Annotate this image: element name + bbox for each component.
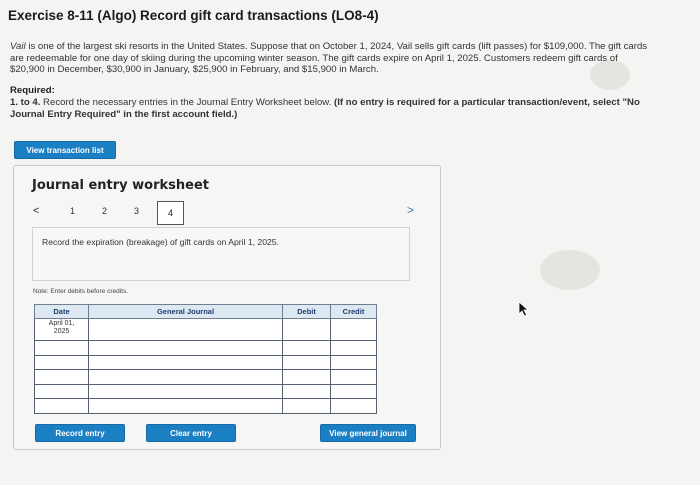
credit-input[interactable]: [330, 318, 377, 341]
mouse-cursor-icon: [518, 301, 530, 317]
instruction-box: [32, 227, 410, 281]
required-text: 1. to 4. Record the necessary entries in…: [10, 97, 650, 120]
debit-input[interactable]: [282, 383, 331, 399]
credit-input[interactable]: [330, 383, 377, 399]
date-cell: April 01, 2025: [34, 318, 89, 341]
credit-input[interactable]: [330, 398, 377, 414]
background-smudge: [540, 250, 600, 290]
clear-entry-button[interactable]: Clear entry: [146, 424, 236, 442]
credit-input[interactable]: [330, 354, 377, 370]
view-transaction-list-button[interactable]: View transaction list: [14, 141, 116, 159]
date-cell: [34, 340, 89, 356]
debit-input[interactable]: [282, 398, 331, 414]
worksheet-page-1[interactable]: 1: [70, 206, 75, 216]
company-name: Vail: [10, 41, 26, 52]
general-journal-column-header: General Journal: [88, 304, 283, 319]
date-line-2: 2025: [53, 328, 70, 335]
worksheet-prev-arrow[interactable]: <: [33, 205, 39, 217]
account-input[interactable]: [88, 318, 283, 341]
date-cell: [34, 354, 89, 370]
record-entry-button[interactable]: Record entry: [35, 424, 125, 442]
required-heading: Required:: [10, 85, 55, 96]
date-cell: [34, 383, 89, 399]
table-row: [34, 354, 377, 370]
worksheet-title: Journal entry worksheet: [32, 178, 209, 193]
account-input[interactable]: [88, 369, 283, 385]
credit-input[interactable]: [330, 340, 377, 356]
date-cell: [34, 398, 89, 414]
table-row: April 01, 2025: [34, 318, 377, 341]
required-body: Record the necessary entries in the Jour…: [40, 97, 335, 108]
debit-column-header: Debit: [282, 304, 331, 319]
journal-table: Date General Journal Debit Credit April …: [34, 304, 377, 414]
worksheet-next-arrow[interactable]: >: [407, 203, 414, 217]
table-row: [34, 369, 377, 385]
page-title: Exercise 8-11 (Algo) Record gift card tr…: [8, 8, 379, 23]
credit-input[interactable]: [330, 369, 377, 385]
worksheet-page-3[interactable]: 3: [134, 206, 139, 216]
required-range: 1. to 4.: [10, 97, 41, 108]
date-line-1: April 01,: [48, 320, 75, 327]
debit-input[interactable]: [282, 318, 331, 341]
account-input[interactable]: [88, 340, 283, 356]
table-row: [34, 398, 377, 414]
debit-input[interactable]: [282, 340, 331, 356]
date-column-header: Date: [34, 304, 89, 319]
credit-column-header: Credit: [330, 304, 377, 319]
view-general-journal-button[interactable]: View general journal: [320, 424, 416, 442]
worksheet-page-2[interactable]: 2: [102, 206, 107, 216]
debit-input[interactable]: [282, 354, 331, 370]
account-input[interactable]: [88, 398, 283, 414]
account-input[interactable]: [88, 383, 283, 399]
account-input[interactable]: [88, 354, 283, 370]
debit-input[interactable]: [282, 369, 331, 385]
problem-statement: Vail is one of the largest ski resorts i…: [10, 41, 650, 76]
problem-text: is one of the largest ski resorts in the…: [10, 41, 648, 75]
worksheet-page-4-active[interactable]: 4: [157, 201, 184, 225]
table-row: [34, 340, 377, 356]
debit-credit-note: Note: Enter debits before credits.: [33, 288, 129, 295]
worksheet-instruction: Record the expiration (breakage) of gift…: [42, 237, 279, 247]
table-row: [34, 383, 377, 399]
date-cell: [34, 369, 89, 385]
